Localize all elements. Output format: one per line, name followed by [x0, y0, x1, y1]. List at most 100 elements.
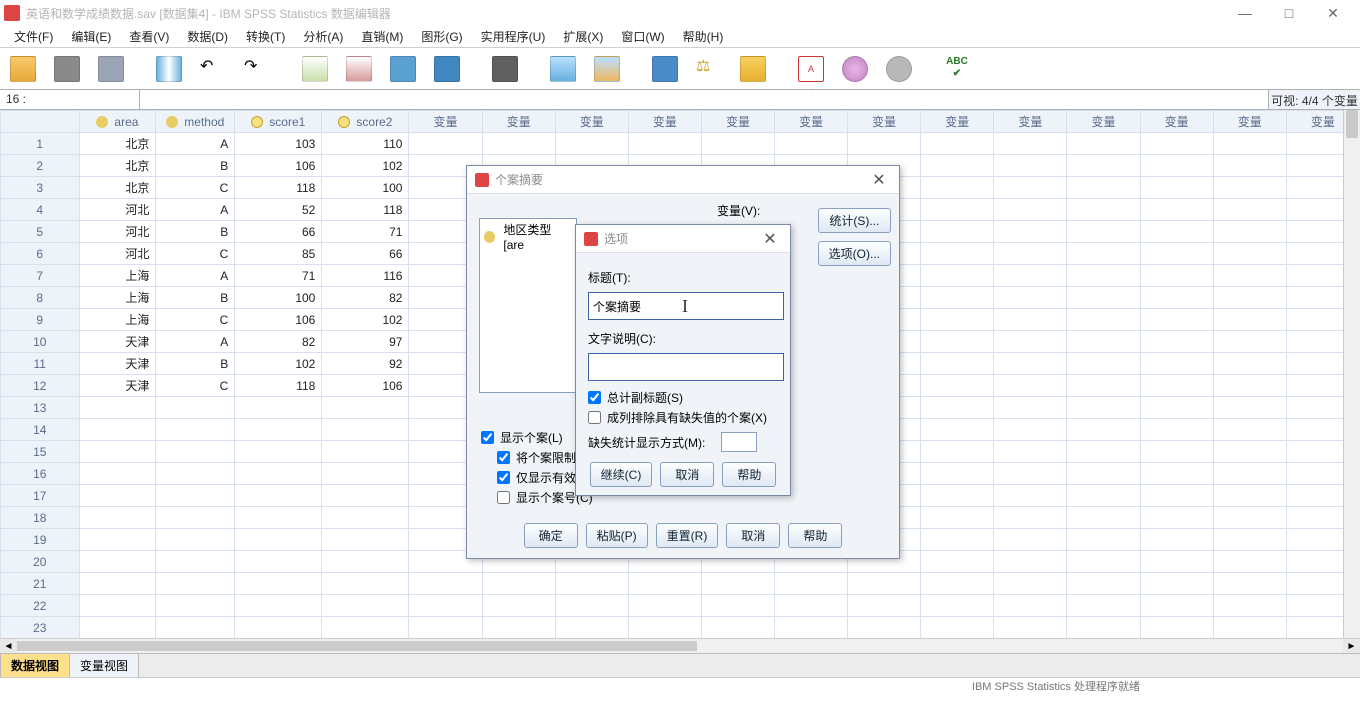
cell[interactable]: [921, 529, 994, 551]
cell[interactable]: [994, 507, 1067, 529]
cell[interactable]: C: [156, 177, 235, 199]
cell[interactable]: [79, 573, 156, 595]
cell[interactable]: [1140, 419, 1213, 441]
cell[interactable]: 河北: [79, 243, 156, 265]
cell[interactable]: [994, 463, 1067, 485]
cell[interactable]: 52: [235, 199, 322, 221]
cell[interactable]: 106: [235, 155, 322, 177]
cell[interactable]: [1067, 617, 1140, 639]
cell[interactable]: 71: [235, 265, 322, 287]
cell[interactable]: [1067, 265, 1140, 287]
cell[interactable]: [994, 243, 1067, 265]
cell[interactable]: [1213, 133, 1286, 155]
cell[interactable]: 106: [235, 309, 322, 331]
row-number[interactable]: 21: [1, 573, 80, 595]
cell[interactable]: [1067, 441, 1140, 463]
cell[interactable]: [701, 595, 774, 617]
cell[interactable]: 100: [235, 287, 322, 309]
menu-v[interactable]: 查看(V): [121, 26, 177, 47]
cell[interactable]: [994, 617, 1067, 639]
cell[interactable]: [235, 441, 322, 463]
cell[interactable]: [921, 287, 994, 309]
cell[interactable]: 100: [322, 177, 409, 199]
cell[interactable]: 上海: [79, 287, 156, 309]
cell[interactable]: [1067, 397, 1140, 419]
cell[interactable]: [235, 397, 322, 419]
cell[interactable]: [921, 551, 994, 573]
cell[interactable]: 北京: [79, 177, 156, 199]
menu-d[interactable]: 数据(D): [179, 26, 236, 47]
cell[interactable]: C: [156, 375, 235, 397]
cell[interactable]: [235, 617, 322, 639]
cell[interactable]: [156, 551, 235, 573]
row-number[interactable]: 19: [1, 529, 80, 551]
column-header-area[interactable]: area: [79, 111, 156, 133]
vertical-scrollbar[interactable]: [1343, 110, 1360, 638]
window-maximize-button[interactable]: □: [1278, 4, 1300, 22]
cell[interactable]: [235, 529, 322, 551]
goto-variable-button[interactable]: [342, 52, 376, 86]
cell[interactable]: [1140, 507, 1213, 529]
cell[interactable]: 河北: [79, 199, 156, 221]
cell[interactable]: [409, 573, 482, 595]
cell[interactable]: [921, 617, 994, 639]
cell[interactable]: [1213, 573, 1286, 595]
cell[interactable]: 85: [235, 243, 322, 265]
cell[interactable]: A: [156, 331, 235, 353]
cell[interactable]: [1213, 617, 1286, 639]
cell[interactable]: [921, 485, 994, 507]
cell[interactable]: [994, 199, 1067, 221]
cell[interactable]: [156, 529, 235, 551]
cell[interactable]: [1067, 507, 1140, 529]
cell[interactable]: [994, 375, 1067, 397]
cell[interactable]: [156, 397, 235, 419]
cell[interactable]: [994, 265, 1067, 287]
run-button[interactable]: [430, 52, 464, 86]
cell[interactable]: [628, 573, 701, 595]
horizontal-scrollbar[interactable]: ◄ ►: [0, 638, 1360, 653]
cell[interactable]: [921, 265, 994, 287]
cell[interactable]: A: [156, 133, 235, 155]
cell[interactable]: [994, 331, 1067, 353]
cell[interactable]: [1140, 595, 1213, 617]
cell[interactable]: [1213, 155, 1286, 177]
cell[interactable]: [1213, 375, 1286, 397]
continue-button[interactable]: 继续(C): [590, 462, 653, 487]
row-number[interactable]: 2: [1, 155, 80, 177]
cell[interactable]: [994, 133, 1067, 155]
cell[interactable]: [994, 419, 1067, 441]
empty-column-header[interactable]: 变量: [848, 111, 921, 133]
cell[interactable]: [921, 243, 994, 265]
menu-m[interactable]: 直销(M): [353, 26, 411, 47]
value-labels-button[interactable]: A1: [794, 52, 828, 86]
insert-cases-button[interactable]: [546, 52, 580, 86]
row-number[interactable]: 6: [1, 243, 80, 265]
cell[interactable]: [79, 419, 156, 441]
cell[interactable]: [1213, 551, 1286, 573]
cell[interactable]: [921, 463, 994, 485]
cell[interactable]: [1213, 221, 1286, 243]
cell[interactable]: [1140, 155, 1213, 177]
cell[interactable]: [628, 617, 701, 639]
cell[interactable]: [1140, 243, 1213, 265]
cell[interactable]: [994, 287, 1067, 309]
customize-toolbar-button[interactable]: [882, 52, 916, 86]
cell[interactable]: [701, 133, 774, 155]
cell[interactable]: [848, 573, 921, 595]
menu-x[interactable]: 扩展(X): [555, 26, 611, 47]
cell[interactable]: [322, 419, 409, 441]
missing-display-input[interactable]: [721, 432, 757, 452]
split-file-button[interactable]: [648, 52, 682, 86]
cell[interactable]: [156, 485, 235, 507]
cell[interactable]: [482, 573, 555, 595]
cell[interactable]: [994, 573, 1067, 595]
cell[interactable]: [775, 595, 848, 617]
cell[interactable]: [79, 441, 156, 463]
cell[interactable]: [1213, 441, 1286, 463]
cell[interactable]: [921, 177, 994, 199]
row-number[interactable]: 15: [1, 441, 80, 463]
cell[interactable]: [322, 529, 409, 551]
dialog-close-button[interactable]: ✕: [867, 170, 891, 190]
cell[interactable]: [322, 551, 409, 573]
cell[interactable]: C: [156, 309, 235, 331]
